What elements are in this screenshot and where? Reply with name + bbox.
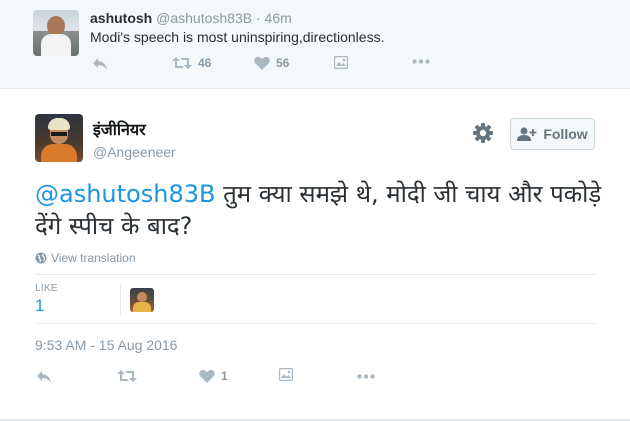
more-button[interactable] [357, 374, 375, 379]
author-handle[interactable]: @Angeeneer [93, 143, 176, 161]
parent-tweet[interactable]: ashutosh @ashutosh83B · 46m Modi's speec… [0, 0, 630, 89]
parent-action-bar: 46 56 [0, 55, 630, 73]
stats-divider [120, 283, 121, 315]
author-name[interactable]: इंजीनियर [93, 120, 146, 140]
heart-icon [254, 56, 270, 70]
reply-button[interactable] [92, 57, 108, 71]
photo-icon [334, 56, 348, 69]
like-button[interactable]: 1 [199, 369, 228, 383]
reply-button[interactable] [36, 370, 52, 384]
follow-person-icon [517, 127, 537, 141]
tweet-text: @ashutosh83B तुम क्या समझे थे, मोदी जी च… [35, 178, 605, 242]
retweet-count: 46 [198, 56, 212, 70]
parent-avatar[interactable] [33, 10, 79, 56]
tweet-timestamp[interactable]: 9:53 AM - 15 Aug 2016 [35, 337, 177, 353]
follow-label: Follow [543, 126, 588, 142]
parent-tweet-text: Modi's speech is most uninspiring,direct… [90, 29, 385, 45]
separator-dot: · [255, 10, 261, 26]
reply-icon [37, 371, 51, 383]
heart-icon [199, 369, 215, 383]
parent-timestamp[interactable]: 46m [265, 10, 292, 26]
more-icon [412, 59, 430, 64]
more-icon [357, 374, 375, 379]
retweet-button[interactable] [117, 369, 137, 383]
view-translation-link[interactable]: View translation [35, 251, 136, 265]
tweet-action-bar: 1 [0, 367, 630, 387]
like-stat-value: 1 [35, 296, 45, 315]
liker-avatar[interactable] [130, 288, 154, 312]
mention-link[interactable]: @ashutosh83B [35, 180, 215, 208]
author-avatar[interactable] [35, 114, 83, 162]
parent-author-handle[interactable]: @ashutosh83B [156, 10, 252, 26]
photo-button[interactable] [334, 56, 348, 69]
parent-tweet-header: ashutosh @ashutosh83B · 46m [90, 10, 292, 26]
parent-author-name[interactable]: ashutosh [90, 10, 152, 26]
like-count: 56 [276, 56, 290, 70]
tweet-stats: LIKE 1 [35, 274, 595, 324]
like-button[interactable]: 56 [254, 56, 289, 70]
view-translation-label: View translation [51, 251, 136, 265]
tweet-settings-button[interactable] [472, 122, 494, 144]
retweet-button[interactable]: 46 [172, 56, 211, 70]
like-count: 1 [221, 369, 228, 383]
more-button[interactable] [412, 59, 430, 64]
reply-icon [93, 58, 107, 70]
photo-button[interactable] [279, 368, 293, 381]
gear-icon [473, 123, 493, 143]
like-stat[interactable]: LIKE 1 [35, 283, 115, 317]
retweet-icon [117, 370, 137, 382]
follow-button[interactable]: Follow [510, 118, 595, 150]
retweet-icon [172, 57, 192, 69]
like-stat-label: LIKE [35, 283, 58, 294]
photo-icon [279, 368, 293, 381]
globe-icon [35, 252, 47, 264]
